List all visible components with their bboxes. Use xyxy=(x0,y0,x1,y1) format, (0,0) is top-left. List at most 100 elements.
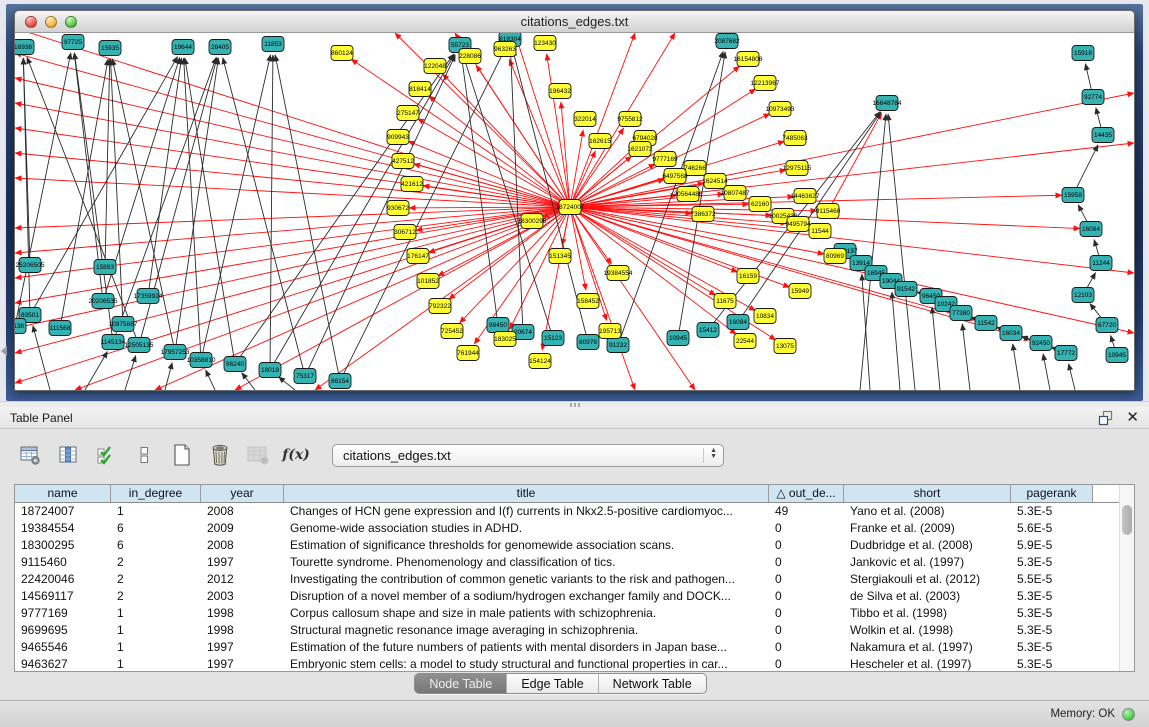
column-header-in_degree[interactable]: in_degree xyxy=(111,485,201,502)
graph-node[interactable]: 10975887 xyxy=(109,317,138,332)
graph-node[interactable]: 19644 xyxy=(172,40,194,55)
table-cell[interactable]: 0 xyxy=(769,656,844,672)
table-cell[interactable]: Disruption of a novel member of a sodium… xyxy=(284,588,769,605)
graph-node[interactable]: 20564486 xyxy=(674,187,703,202)
table-cell[interactable]: Wolkin et al. (1998) xyxy=(844,622,1011,639)
table-cell[interactable]: de Silva et al. (2003) xyxy=(844,588,1011,605)
table-row[interactable]: 946362711997Embryonic stem cells: a mode… xyxy=(15,656,1119,672)
graph-node[interactable]: 15893 xyxy=(94,260,116,275)
table-cell[interactable]: 2012 xyxy=(201,571,284,588)
graph-node[interactable]: 16648784 xyxy=(873,96,902,111)
graph-node[interactable]: 13075 xyxy=(774,339,796,354)
table-cell[interactable]: 18724007 xyxy=(15,503,111,520)
network-window-titlebar[interactable]: citations_edges.txt xyxy=(15,11,1134,33)
tab-network-table[interactable]: Network Table xyxy=(599,674,706,693)
table-cell[interactable]: 49 xyxy=(769,503,844,520)
table-cell[interactable]: Jankovic et al. (1997) xyxy=(844,554,1011,571)
new-column-button[interactable] xyxy=(166,439,198,471)
table-cell[interactable]: 5.3E-5 xyxy=(1011,554,1093,571)
delete-table-button[interactable] xyxy=(242,439,274,471)
table-cell[interactable]: 2008 xyxy=(201,537,284,554)
table-vertical-scrollbar[interactable] xyxy=(1119,485,1134,671)
zoom-window-button[interactable] xyxy=(65,16,77,28)
graph-node[interactable]: 12103 xyxy=(1072,288,1094,303)
graph-node[interactable]: 39138 xyxy=(15,319,26,334)
close-panel-icon[interactable]: ✕ xyxy=(1126,410,1139,426)
table-row[interactable]: 1938455462009Genome-wide association stu… xyxy=(15,520,1119,537)
graph-node[interactable]: 1624514 xyxy=(702,174,728,189)
table-row[interactable]: 1830029562008Estimation of significance … xyxy=(15,537,1119,554)
table-cell[interactable]: 2008 xyxy=(201,503,284,520)
graph-node[interactable]: 92450 xyxy=(1030,336,1052,351)
column-header-name[interactable]: name xyxy=(15,485,111,502)
graph-node[interactable]: 18018 xyxy=(259,363,281,378)
table-cell[interactable]: 5.3E-5 xyxy=(1011,622,1093,639)
row-selection-button[interactable] xyxy=(90,439,122,471)
column-header-title[interactable]: title xyxy=(284,485,769,502)
table-cell[interactable]: Corpus callosum shape and size in male p… xyxy=(284,605,769,622)
table-cell[interactable]: 9777169 xyxy=(15,605,111,622)
table-row[interactable]: 1872400712008Changes of HCN gene express… xyxy=(15,503,1119,520)
graph-node[interactable]: 17957253 xyxy=(161,345,190,360)
table-cell[interactable]: 22420046 xyxy=(15,571,111,588)
graph-node[interactable]: 162615 xyxy=(589,134,611,149)
graph-node[interactable]: 16094 xyxy=(727,315,749,330)
graph-node[interactable]: 158452 xyxy=(577,294,599,309)
graph-node[interactable]: 80976 xyxy=(577,335,599,350)
graph-node[interactable]: 80969 xyxy=(824,249,846,264)
table-cell[interactable]: 1997 xyxy=(201,639,284,656)
table-row[interactable]: 977716911998Corpus callosum shape and si… xyxy=(15,605,1119,622)
graph-node[interactable]: 930672 xyxy=(387,201,409,216)
graph-node[interactable]: 25206505 xyxy=(16,258,45,273)
graph-node[interactable]: 792322 xyxy=(429,299,451,314)
table-cell[interactable]: 5.6E-5 xyxy=(1011,520,1093,537)
table-cell[interactable]: 6 xyxy=(111,520,201,537)
table-cell[interactable]: 14569117 xyxy=(15,588,111,605)
table-settings-button[interactable] xyxy=(14,439,46,471)
graph-node[interactable]: 62160 xyxy=(749,197,771,212)
table-cell[interactable]: 1 xyxy=(111,605,201,622)
table-cell[interactable]: 5.3E-5 xyxy=(1011,605,1093,622)
graph-node[interactable]: 16154808 xyxy=(734,52,763,67)
table-cell[interactable]: Stergiakouli et al. (2012) xyxy=(844,571,1011,588)
table-cell[interactable]: Structural magnetic resonance image aver… xyxy=(284,622,769,639)
table-row[interactable]: 1456911722003Disruption of a novel membe… xyxy=(15,588,1119,605)
graph-node[interactable]: 15958 xyxy=(1062,188,1084,203)
table-cell[interactable]: 0 xyxy=(769,537,844,554)
graph-node[interactable]: 111568 xyxy=(49,321,71,336)
graph-node[interactable]: 92774 xyxy=(1082,90,1104,105)
splitter-collapse-arrow-icon[interactable] xyxy=(1,346,7,356)
graph-node[interactable]: 14463627 xyxy=(791,189,820,204)
graph-node[interactable]: 196432 xyxy=(549,84,571,99)
network-canvas-svg[interactable]: 1693897725159351964426405118535572381830… xyxy=(15,33,1134,390)
graph-node[interactable]: 12975115 xyxy=(783,161,812,176)
graph-node[interactable]: 725452 xyxy=(441,324,463,339)
table-cell[interactable]: 5.9E-5 xyxy=(1011,537,1093,554)
table-cell[interactable]: 1 xyxy=(111,656,201,672)
graph-node[interactable]: 12213967 xyxy=(751,76,780,91)
table-cell[interactable]: 6 xyxy=(111,537,201,554)
graph-node[interactable]: 17359924 xyxy=(134,289,163,304)
table-cell[interactable]: 18300295 xyxy=(15,537,111,554)
graph-node[interactable]: 18724007 xyxy=(556,200,585,215)
graph-node[interactable]: 15412 xyxy=(697,323,719,338)
graph-node[interactable]: 322014 xyxy=(574,112,596,127)
graph-node[interactable]: 91232 xyxy=(607,338,629,353)
graph-node[interactable]: 15123 xyxy=(542,331,564,346)
table-cell[interactable]: 9465546 xyxy=(15,639,111,656)
table-cell[interactable]: 0 xyxy=(769,571,844,588)
graph-node[interactable]: 96240 xyxy=(224,357,246,372)
graph-node[interactable]: 77380 xyxy=(950,306,972,321)
graph-node[interactable]: 183025 xyxy=(494,332,516,347)
graph-node[interactable]: 97725 xyxy=(62,35,84,50)
graph-node[interactable]: 18300295 xyxy=(518,214,547,229)
graph-node[interactable]: 26405 xyxy=(209,40,231,55)
graph-node[interactable]: 12505135 xyxy=(125,338,154,353)
table-cell[interactable]: 0 xyxy=(769,554,844,571)
graph-node[interactable]: 2087682 xyxy=(714,34,740,49)
graph-node[interactable]: 11675 xyxy=(714,294,736,309)
table-cell[interactable]: 9463627 xyxy=(15,656,111,672)
table-row[interactable]: 969969511998Structural magnetic resonanc… xyxy=(15,622,1119,639)
table-cell[interactable]: 2 xyxy=(111,588,201,605)
graph-node[interactable]: 22544 xyxy=(734,334,756,349)
